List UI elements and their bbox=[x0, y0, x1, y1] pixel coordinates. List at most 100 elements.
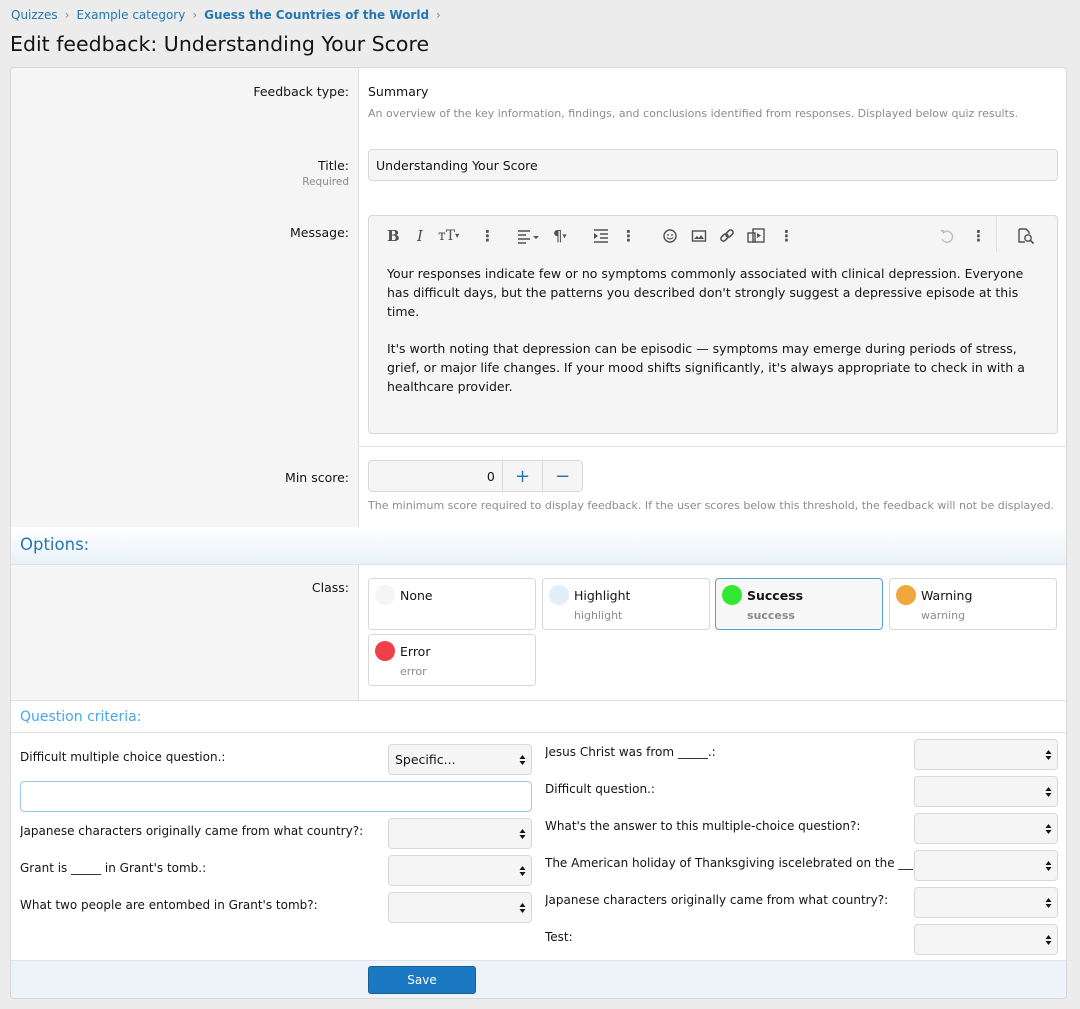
min-score-stepper: 0 + − bbox=[368, 460, 583, 492]
message-content[interactable]: Your responses indicate few or no sympto… bbox=[387, 264, 1047, 414]
required-hint: Required bbox=[302, 176, 349, 188]
criteria-select[interactable] bbox=[388, 892, 532, 923]
select-arrows-icon bbox=[1045, 935, 1052, 945]
color-swatch bbox=[375, 585, 395, 605]
criteria-select[interactable] bbox=[914, 887, 1058, 918]
color-swatch bbox=[375, 641, 395, 661]
more-icon[interactable]: ⋮ bbox=[779, 227, 794, 247]
criteria-select[interactable] bbox=[388, 818, 532, 849]
criteria-label: Difficult multiple choice question.: bbox=[20, 750, 226, 764]
color-swatch bbox=[896, 585, 916, 605]
section-divider bbox=[359, 446, 1066, 447]
criteria-label: Japanese characters originally came from… bbox=[545, 893, 889, 907]
more-icon[interactable]: ⋮ bbox=[480, 227, 495, 247]
increment-button[interactable]: + bbox=[503, 461, 543, 491]
title-input[interactable]: Understanding Your Score bbox=[368, 149, 1058, 181]
breadcrumb-quizzes[interactable]: Quizzes bbox=[11, 8, 58, 22]
class-option-name: Success bbox=[747, 588, 804, 603]
criteria-text-input[interactable] bbox=[20, 781, 532, 812]
select-arrows-icon bbox=[519, 866, 526, 876]
class-option-sub: error bbox=[400, 665, 427, 678]
image-icon[interactable] bbox=[691, 227, 707, 247]
feedback-type-description: An overview of the key information, find… bbox=[368, 107, 1019, 120]
save-button[interactable]: Save bbox=[368, 966, 476, 994]
criteria-label: Japanese characters originally came from… bbox=[20, 824, 364, 838]
preview-icon[interactable] bbox=[1017, 227, 1035, 247]
select-arrows-icon bbox=[1045, 824, 1052, 834]
message-paragraph: It's worth noting that depression can be… bbox=[387, 341, 1025, 394]
breadcrumb-quiz[interactable]: Guess the Countries of the World bbox=[204, 8, 429, 22]
class-option-name: None bbox=[400, 588, 433, 603]
more-icon[interactable]: ⋮ bbox=[621, 227, 636, 247]
color-swatch bbox=[549, 585, 569, 605]
message-editor[interactable]: B I тT▾ ⋮ ¶▾ ⋮ ⋮ ⋮ Your responses indica… bbox=[368, 215, 1058, 434]
paragraph-icon[interactable]: ¶▾ bbox=[553, 227, 567, 247]
select-arrows-icon bbox=[1045, 750, 1052, 760]
class-label: Class: bbox=[311, 580, 349, 595]
min-score-label: Min score: bbox=[285, 470, 349, 485]
class-option-error[interactable]: Error error bbox=[368, 634, 536, 686]
indent-icon[interactable] bbox=[593, 227, 609, 247]
align-icon[interactable] bbox=[516, 227, 540, 247]
class-option-name: Highlight bbox=[574, 588, 631, 603]
smiley-icon[interactable] bbox=[662, 227, 678, 247]
criteria-label: What's the answer to this multiple-choic… bbox=[545, 819, 861, 833]
label-column bbox=[11, 68, 359, 527]
class-option-warning[interactable]: Warning warning bbox=[889, 578, 1057, 630]
title-label-text: Title: bbox=[318, 158, 349, 173]
criteria-select[interactable] bbox=[914, 924, 1058, 955]
class-option-name: Warning bbox=[921, 588, 973, 603]
breadcrumb-category[interactable]: Example category bbox=[76, 8, 185, 22]
text-size-icon[interactable]: тT▾ bbox=[438, 227, 459, 247]
criteria-select[interactable] bbox=[914, 739, 1058, 770]
criteria-select[interactable]: Specific... bbox=[388, 744, 532, 775]
select-arrows-icon bbox=[519, 903, 526, 913]
question-criteria-heading-text: Question criteria: bbox=[20, 709, 142, 725]
class-option-highlight[interactable]: Highlight highlight bbox=[542, 578, 710, 630]
media-icon[interactable] bbox=[747, 227, 765, 247]
criteria-label: Test: bbox=[545, 930, 573, 944]
criteria-label: What two people are entombed in Grant's … bbox=[20, 898, 318, 912]
select-arrows-icon bbox=[519, 829, 526, 839]
editor-toolbar: B I тT▾ ⋮ ¶▾ ⋮ ⋮ ⋮ bbox=[369, 216, 1057, 258]
question-criteria-heading: Question criteria: bbox=[11, 700, 1066, 733]
class-option-name: Error bbox=[400, 644, 431, 659]
criteria-label: Jesus Christ was from _____.: bbox=[545, 745, 716, 759]
options-heading-text: Options: bbox=[20, 535, 90, 554]
more-icon[interactable]: ⋮ bbox=[971, 227, 986, 247]
class-option-none[interactable]: None bbox=[368, 578, 536, 630]
undo-icon[interactable] bbox=[939, 227, 955, 247]
min-score-input[interactable]: 0 bbox=[369, 461, 503, 491]
select-arrows-icon bbox=[1045, 898, 1052, 908]
criteria-select[interactable] bbox=[914, 776, 1058, 807]
class-option-success[interactable]: Success success bbox=[715, 578, 883, 630]
decrement-button[interactable]: − bbox=[542, 461, 582, 491]
select-arrows-icon bbox=[1045, 787, 1052, 797]
link-icon[interactable] bbox=[719, 227, 735, 247]
criteria-select[interactable] bbox=[914, 850, 1058, 881]
criteria-select[interactable] bbox=[914, 813, 1058, 844]
class-option-sub: highlight bbox=[574, 609, 623, 622]
options-heading: Options: bbox=[11, 527, 1066, 565]
min-score-description: The minimum score required to display fe… bbox=[368, 499, 1055, 512]
message-label: Message: bbox=[290, 225, 349, 240]
message-paragraph: Your responses indicate few or no sympto… bbox=[387, 266, 1024, 319]
italic-icon[interactable]: I bbox=[417, 227, 423, 247]
feedback-form: Feedback type: Summary An overview of th… bbox=[10, 67, 1067, 999]
bold-icon[interactable]: B bbox=[387, 227, 400, 247]
criteria-select-value: Specific... bbox=[395, 752, 456, 767]
criteria-select[interactable] bbox=[388, 855, 532, 886]
color-swatch bbox=[722, 585, 742, 605]
chevron-right-icon: › bbox=[64, 8, 70, 22]
chevron-right-icon: › bbox=[436, 8, 441, 22]
toolbar-divider bbox=[996, 216, 997, 252]
feedback-type-label: Feedback type: bbox=[253, 84, 349, 99]
class-option-sub: success bbox=[747, 609, 795, 622]
select-arrows-icon bbox=[1045, 861, 1052, 871]
chevron-right-icon: › bbox=[192, 8, 198, 22]
breadcrumb: Quizzes › Example category › Guess the C… bbox=[11, 8, 444, 22]
feedback-type-value: Summary bbox=[368, 84, 429, 99]
select-arrows-icon bbox=[519, 755, 526, 765]
criteria-label: The American holiday of Thanksgiving isc… bbox=[545, 856, 913, 870]
class-option-sub: warning bbox=[921, 609, 966, 622]
